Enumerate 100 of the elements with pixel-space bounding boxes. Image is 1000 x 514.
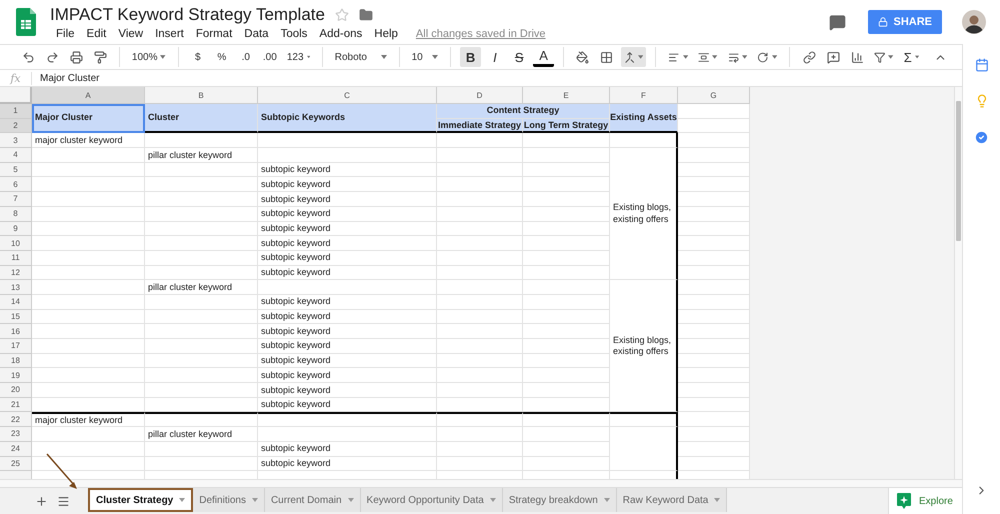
sheet-tab[interactable]: Raw Keyword Data [616, 488, 728, 512]
sheet-tab[interactable]: Cluster Strategy [88, 488, 194, 512]
sheet-tab[interactable]: Current Domain [264, 488, 361, 512]
column-header[interactable]: E [523, 87, 610, 104]
row-header[interactable]: 12 [0, 266, 32, 280]
row-header[interactable]: 21 [0, 398, 32, 412]
column-header[interactable]: A [32, 87, 145, 104]
bold-button[interactable]: B [460, 47, 481, 67]
share-button[interactable]: SHARE [868, 10, 942, 34]
strike-button[interactable]: S [509, 47, 530, 67]
spreadsheet-logo[interactable] [16, 8, 36, 36]
column-header[interactable]: B [145, 87, 258, 104]
row-header[interactable]: 9 [0, 222, 32, 236]
printer-icon [70, 50, 82, 64]
table-cell: pillar cluster keyword [145, 148, 258, 163]
table-cell: Existing Assets [610, 104, 678, 134]
row-header[interactable]: 8 [0, 206, 32, 222]
table-cell [678, 339, 750, 354]
zoom-dropdown[interactable]: 100% [128, 47, 169, 67]
vertical-scrollbar[interactable] [954, 87, 962, 479]
currency-button[interactable]: $ [188, 47, 208, 67]
table-cell: subtopic keyword [258, 162, 437, 178]
row-header[interactable]: 20 [0, 383, 32, 398]
vertical-align-icon [698, 50, 710, 64]
increase-decimals-button[interactable]: .00 [260, 47, 280, 67]
italic-button[interactable]: I [484, 47, 506, 67]
functions-button[interactable]: Σ [900, 47, 922, 67]
font-size-dropdown[interactable]: 10 [408, 47, 442, 67]
row-header[interactable]: 16 [0, 324, 32, 339]
horizontal-scrollbar[interactable] [0, 479, 962, 487]
row-header[interactable]: 10 [0, 236, 32, 251]
star-icon[interactable] [334, 8, 349, 22]
table-cell [678, 266, 750, 280]
calendar-icon[interactable] [974, 58, 988, 72]
row-header[interactable]: 22 [0, 412, 32, 428]
annotation-arrow [44, 452, 80, 490]
table-cell: subtopic keyword [258, 324, 437, 339]
row-header[interactable]: 1 [0, 104, 32, 119]
explore-button[interactable]: Explore [888, 488, 962, 514]
align-left-icon [668, 50, 680, 64]
menu-item[interactable]: Edit [80, 28, 112, 40]
menu-item[interactable]: Tools [274, 28, 314, 40]
table-cell [678, 354, 750, 368]
row-header[interactable]: 24 [0, 442, 32, 456]
row-header[interactable]: 18 [0, 354, 32, 368]
avatar[interactable] [962, 10, 986, 34]
table-cell: subtopic keyword [258, 250, 437, 266]
caret-icon [604, 498, 610, 502]
table-cell [610, 427, 678, 472]
sheet-tab[interactable]: Keyword Opportunity Data [360, 488, 503, 512]
row-header[interactable]: 6 [0, 177, 32, 192]
text-color-button[interactable]: A [533, 47, 554, 67]
merge-cells-button[interactable] [620, 47, 646, 67]
row-header[interactable]: 13 [0, 280, 32, 295]
caret-icon [914, 55, 919, 59]
column-header[interactable]: G [678, 87, 750, 104]
caret-icon [712, 55, 718, 59]
table-cell: major cluster keyword [32, 412, 145, 428]
row-header[interactable]: 25 [0, 456, 32, 472]
table-cell [678, 427, 750, 442]
menu-item[interactable]: View [112, 28, 150, 40]
table-cell [678, 368, 750, 384]
row-header[interactable]: 11 [0, 250, 32, 266]
formula-field[interactable]: Major Cluster [32, 72, 100, 84]
check-circle-icon[interactable] [974, 130, 989, 145]
menu-item[interactable]: Data [238, 28, 275, 40]
row-header[interactable]: 2 [0, 118, 32, 134]
percent-button[interactable]: % [212, 47, 232, 67]
save-status-link[interactable]: All changes saved in Drive [416, 28, 546, 40]
sheet-tab[interactable]: Strategy breakdown [502, 488, 617, 512]
row-header[interactable]: 15 [0, 310, 32, 324]
menu-item[interactable]: Insert [149, 28, 190, 40]
menu-item[interactable]: Help [368, 28, 404, 40]
filter-icon [874, 50, 886, 64]
row-header[interactable]: 3 [0, 133, 32, 148]
table-cell [678, 222, 750, 236]
row-header[interactable]: 5 [0, 162, 32, 178]
column-header[interactable]: F [610, 87, 678, 104]
sheet-tab[interactable]: Definitions [193, 488, 265, 512]
document-title[interactable]: IMPACT Keyword Strategy Template [50, 4, 325, 24]
font-dropdown[interactable]: Roboto [332, 47, 390, 67]
row-header[interactable]: 23 [0, 427, 32, 442]
column-header[interactable]: D [437, 87, 523, 104]
row-header[interactable]: 19 [0, 368, 32, 384]
explore-icon [897, 493, 911, 509]
caret-icon [179, 498, 186, 502]
folder-icon[interactable] [358, 8, 373, 22]
decrease-decimals-button[interactable]: .0 [236, 47, 256, 67]
column-header[interactable]: C [258, 87, 437, 104]
row-header[interactable]: 17 [0, 339, 32, 354]
row-header[interactable]: 7 [0, 192, 32, 207]
number-format-dropdown[interactable]: 123 [284, 47, 313, 67]
menu-item[interactable]: Add-ons [313, 28, 368, 40]
row-header[interactable]: 14 [0, 294, 32, 310]
row-header[interactable]: 4 [0, 148, 32, 163]
caret-icon [682, 55, 688, 59]
table-cell: subtopic keyword [258, 177, 437, 192]
comments-icon[interactable] [829, 14, 846, 30]
menu-item[interactable]: File [50, 28, 81, 40]
menu-item[interactable]: Format [190, 28, 238, 40]
